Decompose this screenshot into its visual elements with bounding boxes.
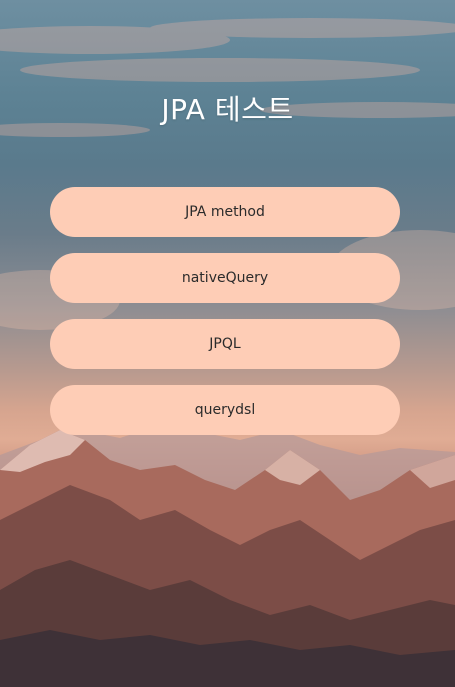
jpql-button[interactable]: JPQL xyxy=(50,319,400,369)
query-menu: JPA method nativeQuery JPQL querydsl xyxy=(50,187,400,451)
jpa-method-button[interactable]: JPA method xyxy=(50,187,400,237)
app-screen: JPA 테스트 JPA method nativeQuery JPQL quer… xyxy=(0,0,455,687)
native-query-button[interactable]: nativeQuery xyxy=(50,253,400,303)
querydsl-button[interactable]: querydsl xyxy=(50,385,400,435)
page-title: JPA 테스트 xyxy=(161,93,294,126)
